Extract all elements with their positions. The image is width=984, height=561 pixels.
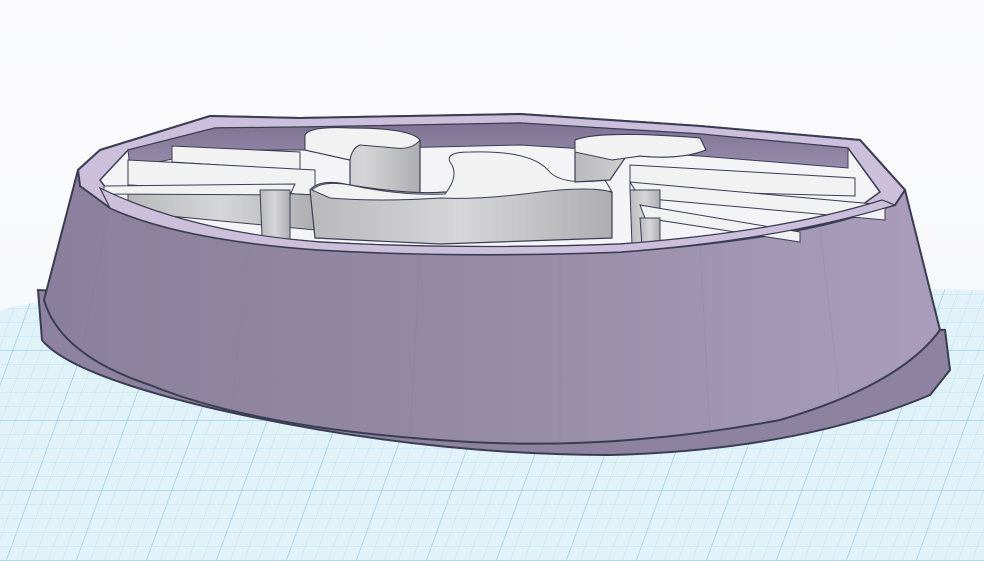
viewport-3d[interactable]: [0, 0, 984, 561]
scene-svg: [0, 112, 984, 561]
